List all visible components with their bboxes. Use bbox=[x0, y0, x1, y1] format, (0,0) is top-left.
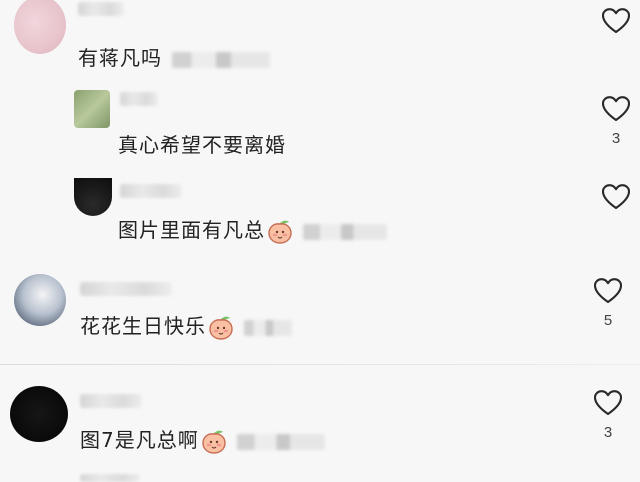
like-count: 5 bbox=[603, 312, 613, 329]
blurred-meta bbox=[244, 319, 292, 336]
username[interactable] bbox=[80, 394, 142, 408]
heart-outline-icon[interactable] bbox=[594, 390, 622, 416]
comment-item: 真心希望不要离婚 3 bbox=[0, 88, 640, 180]
heart-outline-icon[interactable] bbox=[602, 184, 630, 210]
comment-text: 图7是凡总啊 bbox=[80, 426, 325, 455]
blurred-meta bbox=[303, 223, 387, 240]
heart-outline-icon[interactable] bbox=[594, 278, 622, 304]
username[interactable] bbox=[120, 92, 158, 106]
peach-face-emoji-icon bbox=[267, 219, 293, 245]
avatar[interactable] bbox=[14, 274, 66, 326]
comment-item: 图7是凡总啊 3 bbox=[0, 378, 640, 482]
comment-text: 图片里面有凡总 bbox=[118, 216, 387, 245]
avatar[interactable] bbox=[74, 178, 112, 216]
comment-text: 有蒋凡吗 bbox=[78, 44, 270, 72]
avatar[interactable] bbox=[74, 90, 110, 128]
avatar[interactable] bbox=[14, 0, 66, 54]
divider bbox=[0, 364, 640, 365]
like-count: 3 bbox=[611, 130, 621, 147]
avatar[interactable] bbox=[10, 386, 68, 442]
username[interactable] bbox=[78, 2, 124, 16]
peach-face-emoji-icon bbox=[208, 315, 234, 341]
heart-outline-icon[interactable] bbox=[602, 8, 630, 34]
like-count: 3 bbox=[603, 424, 613, 441]
next-username bbox=[80, 474, 140, 482]
username[interactable] bbox=[120, 184, 182, 198]
comment-item: 有蒋凡吗 bbox=[0, 0, 640, 90]
blurred-meta bbox=[236, 433, 325, 450]
comment-text: 花花生日快乐 bbox=[80, 312, 292, 341]
username[interactable] bbox=[80, 282, 172, 296]
comment-item: 花花生日快乐 5 bbox=[0, 268, 640, 358]
blurred-meta bbox=[172, 51, 270, 68]
peach-face-emoji-icon bbox=[201, 429, 227, 455]
comment-item: 图片里面有凡总 bbox=[0, 178, 640, 258]
comment-text: 真心希望不要离婚 bbox=[118, 133, 286, 157]
heart-outline-icon[interactable] bbox=[602, 96, 630, 122]
